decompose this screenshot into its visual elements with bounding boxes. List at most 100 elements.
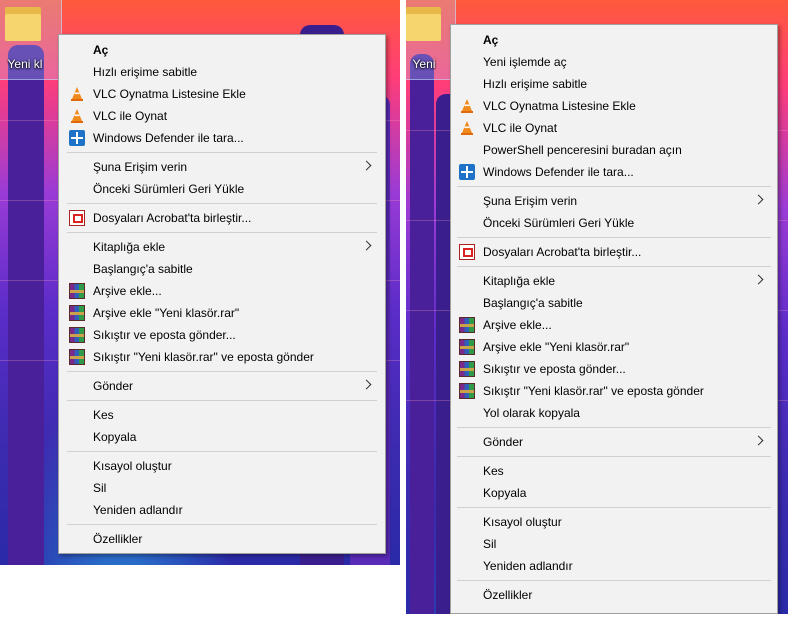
- menu-item-sil[interactable]: Sil: [451, 533, 777, 555]
- chevron-right-icon: [753, 435, 764, 446]
- menu-separator: [67, 203, 377, 204]
- menu-item-label: Windows Defender ile tara...: [93, 131, 244, 145]
- menu-item-kes[interactable]: Kes: [59, 404, 385, 426]
- menu-item-windows-defender-ile-tara[interactable]: Windows Defender ile tara...: [451, 161, 777, 183]
- menu-item-ozellikler[interactable]: Özellikler: [451, 584, 777, 606]
- menu-separator: [457, 266, 771, 267]
- menu-item-baslangic-a-sabitle[interactable]: Başlangıç'a sabitle: [59, 258, 385, 280]
- menu-item-label: Şuna Erişim verin: [93, 160, 188, 174]
- menu-item-label: Kopyala: [93, 430, 137, 444]
- winrar-icon: [69, 327, 85, 343]
- winrar-icon: [459, 383, 475, 399]
- menu-separator: [457, 456, 771, 457]
- context-menu: Aç Yeni işlemde aç Hızlı erişime sabitle VL…: [450, 24, 778, 614]
- menu-separator: [67, 152, 377, 153]
- menu-item-label: Kısayol oluştur: [93, 459, 172, 473]
- menu-item-label: Yeniden adlandır: [483, 559, 573, 573]
- menu-item-ac[interactable]: Aç: [59, 39, 385, 61]
- menu-item-powershell-penceresini-buradan-acin[interactable]: PowerShell penceresini buradan açın: [451, 139, 777, 161]
- menu-item-label: Yeni işlemde aç: [483, 55, 567, 69]
- menu-item-sil[interactable]: Sil: [59, 477, 385, 499]
- menu-item-yeniden-adlandir[interactable]: Yeniden adlandır: [59, 499, 385, 521]
- menu-item-kisayol-olustur[interactable]: Kısayol oluştur: [59, 455, 385, 477]
- menu-item-label: Sil: [483, 537, 497, 551]
- menu-item-vlc-ile-oynat[interactable]: VLC ile Oynat: [59, 105, 385, 127]
- menu-item-baslangic-a-sabitle[interactable]: Başlangıç'a sabitle: [451, 292, 777, 314]
- menu-item-ac[interactable]: Aç: [451, 29, 777, 51]
- winrar-icon: [459, 317, 475, 333]
- acrobat-icon: [459, 244, 475, 260]
- menu-item-label: Sıkıştır ve eposta gönder...: [483, 362, 626, 376]
- menu-item-sikistir-ve-eposta-gonder[interactable]: Sıkıştır ve eposta gönder...: [451, 358, 777, 380]
- menu-item-label: Önceki Sürümleri Geri Yükle: [483, 216, 635, 230]
- menu-separator: [67, 371, 377, 372]
- menu-item-arsive-ekle[interactable]: Arşive ekle...: [451, 314, 777, 336]
- chevron-right-icon: [361, 160, 372, 171]
- menu-item-hizli-erisime-sabitle[interactable]: Hızlı erişime sabitle: [59, 61, 385, 83]
- menu-item-label: Kopyala: [483, 486, 527, 500]
- menu-item-vlc-ile-oynat[interactable]: VLC ile Oynat: [451, 117, 777, 139]
- menu-item-onceki-surumleri-geri-yukle[interactable]: Önceki Sürümleri Geri Yükle: [451, 212, 777, 234]
- acrobat-icon: [69, 210, 85, 226]
- menu-item-label: Kısayol oluştur: [483, 515, 562, 529]
- menu-item-label: Hızlı erişime sabitle: [93, 65, 198, 79]
- menu-item-label: Arşive ekle "Yeni klasör.rar": [93, 306, 240, 320]
- menu-item-vlc-oynatma-listesine-ekle[interactable]: VLC Oynatma Listesine Ekle: [59, 83, 385, 105]
- menu-item-kitapliga-ekle[interactable]: Kitaplığa ekle: [451, 270, 777, 292]
- menu-item-label: Önceki Sürümleri Geri Yükle: [93, 182, 245, 196]
- menu-item-kisayol-olustur[interactable]: Kısayol oluştur: [451, 511, 777, 533]
- desktop-folder-icon[interactable]: Yeni kl: [0, 0, 62, 80]
- menu-item-kopyala[interactable]: Kopyala: [59, 426, 385, 448]
- menu-separator: [457, 186, 771, 187]
- vlc-icon: [69, 86, 85, 102]
- menu-item-label: Özellikler: [93, 532, 143, 546]
- winrar-icon: [459, 339, 475, 355]
- left-screenshot: Yeni kl Aç Hızlı erişime sabitle VLC Oynat…: [0, 0, 400, 565]
- menu-item-yeni-islemde-ac[interactable]: Yeni işlemde aç: [451, 51, 777, 73]
- menu-item-arsive-ekle[interactable]: Arşive ekle...: [59, 280, 385, 302]
- menu-item-sikistir-yeni-klasor-rar-ve-eposta-gonder[interactable]: Sıkıştır "Yeni klasör.rar" ve eposta gön…: [59, 346, 385, 368]
- menu-item-sikistir-ve-eposta-gonder[interactable]: Sıkıştır ve eposta gönder...: [59, 324, 385, 346]
- menu-item-label: Dosyaları Acrobat'ta birleştir...: [93, 211, 252, 225]
- menu-item-ozellikler[interactable]: Özellikler: [59, 528, 385, 550]
- menu-item-gonder[interactable]: Gönder: [59, 375, 385, 397]
- menu-item-label: Aç: [93, 43, 109, 57]
- menu-item-dosyalari-acrobat-ta-birlestir[interactable]: Dosyaları Acrobat'ta birleştir...: [59, 207, 385, 229]
- menu-item-sikistir-yeni-klasor-rar-ve-eposta-gonder[interactable]: Sıkıştır "Yeni klasör.rar" ve eposta gön…: [451, 380, 777, 402]
- desktop-folder-icon[interactable]: Yeni: [406, 0, 456, 80]
- menu-separator: [457, 237, 771, 238]
- menu-item-dosyalari-acrobat-ta-birlestir[interactable]: Dosyaları Acrobat'ta birleştir...: [451, 241, 777, 263]
- menu-item-label: Dosyaları Acrobat'ta birleştir...: [483, 245, 642, 259]
- menu-separator: [457, 427, 771, 428]
- menu-item-gonder[interactable]: Gönder: [451, 431, 777, 453]
- menu-item-suna-erisim-verin[interactable]: Şuna Erişim verin: [451, 190, 777, 212]
- menu-item-label: VLC Oynatma Listesine Ekle: [93, 87, 246, 101]
- desktop-folder-label: Yeni kl: [7, 57, 43, 71]
- chevron-right-icon: [361, 379, 372, 390]
- menu-item-kitapliga-ekle[interactable]: Kitaplığa ekle: [59, 236, 385, 258]
- menu-item-arsive-ekle-yeni-klasor-rar[interactable]: Arşive ekle "Yeni klasör.rar": [59, 302, 385, 324]
- chevron-right-icon: [753, 194, 764, 205]
- menu-item-label: PowerShell penceresini buradan açın: [483, 143, 682, 157]
- menu-item-label: Gönder: [93, 379, 134, 393]
- menu-item-kopyala[interactable]: Kopyala: [451, 482, 777, 504]
- menu-item-label: Başlangıç'a sabitle: [93, 262, 193, 276]
- menu-item-label: Kes: [93, 408, 114, 422]
- defender-icon: [69, 130, 85, 146]
- menu-item-vlc-oynatma-listesine-ekle[interactable]: VLC Oynatma Listesine Ekle: [451, 95, 777, 117]
- menu-item-onceki-surumleri-geri-yukle[interactable]: Önceki Sürümleri Geri Yükle: [59, 178, 385, 200]
- defender-icon: [459, 164, 475, 180]
- menu-item-label: Kes: [483, 464, 504, 478]
- menu-item-label: VLC ile Oynat: [93, 109, 168, 123]
- menu-item-hizli-erisime-sabitle[interactable]: Hızlı erişime sabitle: [451, 73, 777, 95]
- vlc-icon: [69, 108, 85, 124]
- menu-item-yol-olarak-kopyala[interactable]: Yol olarak kopyala: [451, 402, 777, 424]
- menu-item-suna-erisim-verin[interactable]: Şuna Erişim verin: [59, 156, 385, 178]
- menu-item-kes[interactable]: Kes: [451, 460, 777, 482]
- menu-item-yeniden-adlandir[interactable]: Yeniden adlandır: [451, 555, 777, 577]
- menu-item-label: Windows Defender ile tara...: [483, 165, 634, 179]
- winrar-icon: [69, 305, 85, 321]
- menu-item-windows-defender-ile-tara[interactable]: Windows Defender ile tara...: [59, 127, 385, 149]
- menu-item-arsive-ekle-yeni-klasor-rar[interactable]: Arşive ekle "Yeni klasör.rar": [451, 336, 777, 358]
- menu-item-label: Aç: [483, 33, 499, 47]
